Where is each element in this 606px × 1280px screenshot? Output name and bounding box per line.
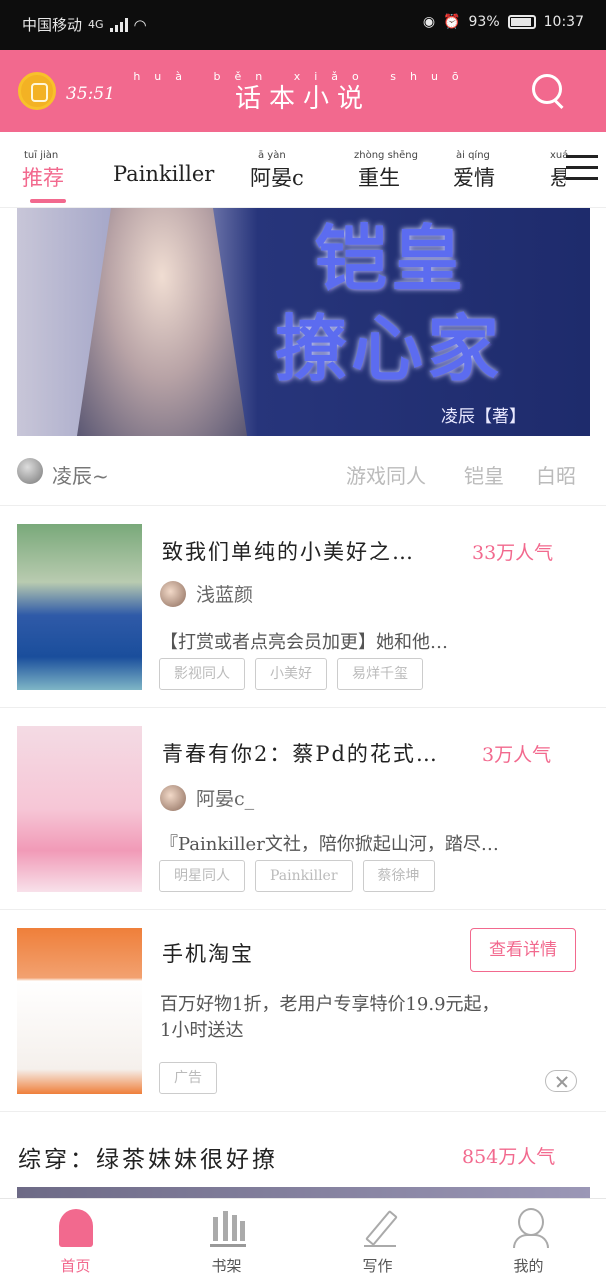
close-icon[interactable] bbox=[545, 1070, 577, 1092]
tab-ayan[interactable]: 阿晏c bbox=[250, 162, 304, 192]
book-tag[interactable]: 蔡徐坤 bbox=[362, 860, 435, 892]
clock-time: 10:37 bbox=[543, 14, 584, 30]
app-title: 话本小说 bbox=[234, 84, 371, 114]
book-title[interactable]: 综穿：绿茶妹妹很好撩 bbox=[18, 1140, 278, 1174]
book-tag[interactable]: 易烊千玺 bbox=[337, 658, 423, 690]
avatar bbox=[160, 580, 186, 607]
book-cover bbox=[17, 726, 142, 892]
book-description: 『Painkiller文社，陪你掀起山河，踏尽… bbox=[160, 834, 499, 855]
search-icon[interactable] bbox=[532, 74, 568, 110]
banner-title: 铠皇 撩心家 bbox=[275, 216, 504, 391]
ad-cover bbox=[17, 928, 142, 1094]
pen-icon bbox=[364, 1209, 396, 1247]
book-tag[interactable]: 小美好 bbox=[255, 658, 327, 690]
author-name: 浅蓝颜 bbox=[196, 584, 254, 606]
active-tab-indicator bbox=[30, 199, 66, 203]
nav-profile[interactable]: 我的 bbox=[453, 1199, 604, 1280]
book-title: 青春有你2：蔡Pd的花式… bbox=[162, 742, 439, 766]
tab-romance[interactable]: 爱情 bbox=[453, 162, 495, 192]
avatar bbox=[160, 784, 186, 811]
tab-rebirth[interactable]: 重生 bbox=[358, 162, 400, 192]
banner-tag[interactable]: 白昭 bbox=[536, 460, 576, 489]
banner-author-name[interactable]: 凌辰~ bbox=[52, 460, 109, 489]
alarm-clock-icon: ⏰ bbox=[443, 14, 461, 30]
signal-icon bbox=[109, 17, 128, 32]
popularity-count: 3万人气 bbox=[482, 744, 552, 766]
book-tag[interactable]: 明星同人 bbox=[159, 860, 245, 892]
banner-illustration bbox=[77, 208, 247, 436]
featured-banner[interactable]: 铠皇 撩心家 凌辰【著】 bbox=[17, 208, 590, 436]
banner-author: 凌辰【著】 bbox=[441, 407, 526, 427]
profile-icon bbox=[513, 1208, 549, 1248]
banner-tag[interactable]: 游戏同人 bbox=[346, 460, 426, 489]
book-cover bbox=[17, 524, 142, 690]
book-tag[interactable]: 影视同人 bbox=[159, 658, 245, 690]
ad-description: 百万好物1折，老用户专享特价19.9元起， 1小时送达 bbox=[160, 994, 500, 1041]
banner-meta: 凌辰~ 游戏同人 铠皇 白昭 bbox=[0, 436, 606, 506]
author-name: 阿晏c_ bbox=[196, 788, 255, 810]
wifi-icon: ◠ bbox=[133, 15, 147, 34]
ad-tag: 广告 bbox=[159, 1062, 217, 1094]
bottom-nav: 首页 书架 写作 我的 bbox=[0, 1198, 606, 1280]
list-item[interactable]: 致我们单纯的小美好之… 33万人气 浅蓝颜 【打赏或者点亮会员加更】她和他… 影… bbox=[0, 506, 606, 708]
network-type: 4G bbox=[88, 18, 104, 31]
status-bar: 中国移动 4G ◠ ◉ ⏰ 93% 10:37 bbox=[0, 0, 606, 50]
category-tabs: tuī jiàn 推荐 Painkiller ā yàn 阿晏c zhòng s… bbox=[0, 132, 606, 208]
battery-percent: 93% bbox=[468, 14, 500, 30]
eye-icon: ◉ bbox=[422, 14, 436, 30]
tab-painkiller[interactable]: Painkiller bbox=[113, 162, 214, 186]
ad-title: 手机淘宝 bbox=[162, 942, 254, 966]
avatar[interactable] bbox=[17, 458, 43, 484]
popularity-count: 33万人气 bbox=[472, 542, 554, 564]
battery-icon bbox=[507, 15, 536, 29]
list-item[interactable]: 青春有你2：蔡Pd的花式… 3万人气 阿晏c_ 『Painkiller文社，陪你… bbox=[0, 708, 606, 910]
carrier-label: 中国移动 bbox=[22, 16, 83, 34]
menu-icon[interactable] bbox=[566, 155, 598, 181]
bookshelf-icon bbox=[210, 1211, 246, 1247]
tab-suspense[interactable]: 悬 bbox=[550, 162, 566, 192]
tab-recommend[interactable]: 推荐 bbox=[22, 162, 64, 192]
banner-tag[interactable]: 铠皇 bbox=[464, 460, 504, 489]
home-icon bbox=[59, 1209, 93, 1247]
book-tag[interactable]: Painkiller bbox=[255, 860, 353, 892]
book-title: 致我们单纯的小美好之… bbox=[162, 540, 415, 564]
view-details-button[interactable]: 查看详情 bbox=[470, 928, 576, 972]
app-header: 35:51 huà běn xiǎo shuō 话本小说 bbox=[0, 50, 606, 132]
book-description: 【打赏或者点亮会员加更】她和他… bbox=[160, 632, 448, 653]
popularity-count: 854万人气 bbox=[462, 1146, 556, 1168]
nav-write[interactable]: 写作 bbox=[302, 1199, 453, 1280]
nav-bookshelf[interactable]: 书架 bbox=[151, 1199, 302, 1280]
nav-home[interactable]: 首页 bbox=[0, 1199, 151, 1280]
